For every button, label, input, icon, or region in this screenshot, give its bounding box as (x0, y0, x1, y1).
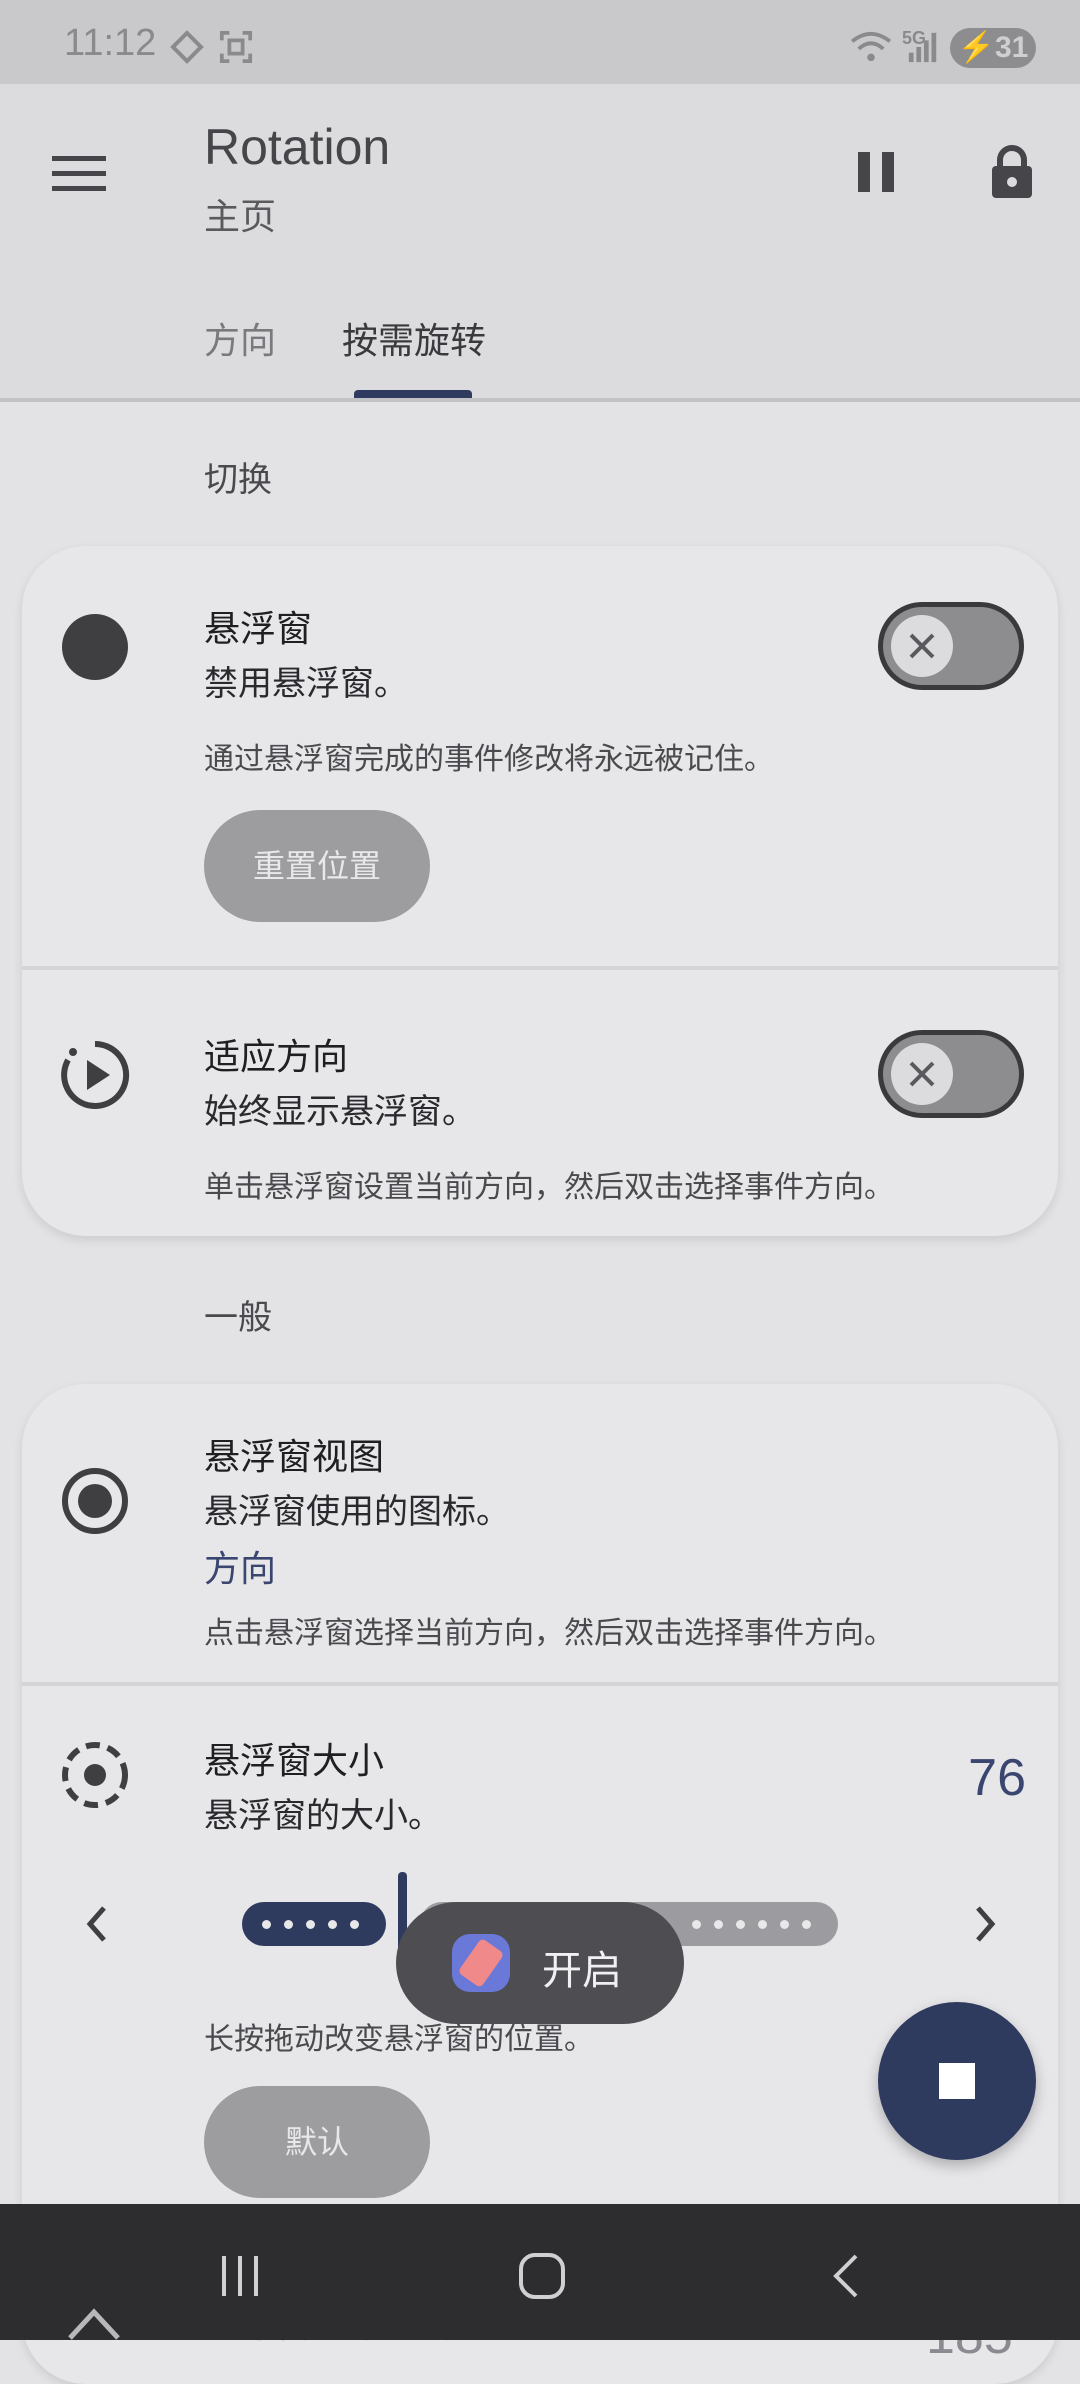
floating-window-icon (62, 614, 128, 680)
close-icon (909, 633, 935, 659)
slider-tick (714, 1920, 723, 1929)
app-title: Rotation (204, 119, 391, 175)
floating-size-value: 76 (968, 1749, 1026, 1807)
tab-on-demand-rotation[interactable]: 按需旋转 (342, 312, 486, 364)
signal-icon (908, 32, 937, 63)
battery-charging-icon: ⚡ (957, 31, 995, 64)
rotation-app-icon (452, 1934, 510, 1992)
play-circle-icon (61, 1040, 130, 1109)
slider-tick (736, 1920, 745, 1929)
slider-tick (328, 1920, 337, 1929)
floating-view-subtitle: 悬浮窗使用的图标。 (204, 1492, 510, 1532)
slider-tick (692, 1920, 701, 1929)
status-bar: 11:12 5G ⚡31 (0, 0, 1080, 84)
home-icon[interactable] (518, 2252, 566, 2300)
scan-icon (219, 30, 253, 64)
radio-button-icon (62, 1468, 128, 1534)
floating-view-title: 悬浮窗视图 (204, 1437, 385, 1478)
floating-size-title: 悬浮窗大小 (204, 1741, 385, 1782)
slider-tick (262, 1920, 271, 1929)
status-time: 11:12 (64, 22, 157, 64)
tab-orientation[interactable]: 方向 (204, 312, 276, 364)
toast-text: 开启 (542, 1948, 622, 1994)
floating-size-subtitle: 悬浮窗的大小。 (204, 1796, 442, 1836)
floating-window-title: 悬浮窗 (204, 609, 313, 650)
slider-tick (802, 1920, 811, 1929)
section-header-general: 一般 (204, 1298, 272, 1338)
toggle-knob (891, 1043, 953, 1105)
floating-window-subtitle: 禁用悬浮窗。 (204, 664, 408, 704)
close-icon (909, 1061, 935, 1087)
dashed-circle-icon (62, 1742, 128, 1808)
floating-window-toggle[interactable] (878, 602, 1024, 690)
battery-indicator: ⚡31 (950, 28, 1036, 68)
slider-tick (350, 1920, 359, 1929)
slider-tick (780, 1920, 789, 1929)
adapt-orientation-toggle[interactable] (878, 1030, 1024, 1118)
lock-icon[interactable] (990, 144, 1034, 200)
adapt-orientation-subtitle: 始终显示悬浮窗。 (204, 1092, 476, 1132)
slider-tick (284, 1920, 293, 1929)
reset-position-button[interactable]: 重置位置 (204, 810, 430, 922)
floating-window-description: 通过悬浮窗完成的事件修改将永远被记住。 (204, 742, 774, 777)
app-bar-divider (0, 398, 1080, 402)
stop-icon (939, 2063, 975, 2099)
slider-tick (758, 1920, 767, 1929)
chevron-left-icon[interactable] (82, 1902, 110, 1946)
battery-level: 31 (994, 31, 1029, 64)
stop-fab[interactable] (878, 2002, 1036, 2160)
pause-icon[interactable] (856, 150, 896, 194)
card-divider (22, 966, 1058, 970)
card-divider (22, 1682, 1058, 1686)
app-bar (0, 84, 1080, 398)
menu-icon[interactable] (52, 154, 106, 194)
back-icon[interactable] (830, 2252, 862, 2300)
default-button[interactable]: 默认 (204, 2086, 430, 2198)
navigation-bar (0, 2204, 1080, 2340)
section-header-switch: 切换 (204, 460, 272, 500)
adapt-orientation-title: 适应方向 (204, 1037, 349, 1078)
recent-apps-icon[interactable] (218, 2254, 262, 2298)
chevron-right-icon[interactable] (972, 1902, 1000, 1946)
opacity-icon (68, 2308, 120, 2340)
tab-indicator (354, 390, 472, 398)
toast: 开启 (396, 1902, 684, 2024)
toggle-knob (891, 615, 953, 677)
slider-tick (306, 1920, 315, 1929)
wifi-icon (850, 31, 892, 62)
page-subtitle: 主页 (204, 197, 277, 238)
floating-view-value[interactable]: 方向 (204, 1540, 276, 1592)
floating-view-description: 点击悬浮窗选择当前方向，然后双击选择事件方向。 (204, 1616, 894, 1651)
adapt-orientation-description: 单击悬浮窗设置当前方向，然后双击选择事件方向。 (204, 1170, 894, 1205)
diamond-icon (170, 30, 204, 64)
